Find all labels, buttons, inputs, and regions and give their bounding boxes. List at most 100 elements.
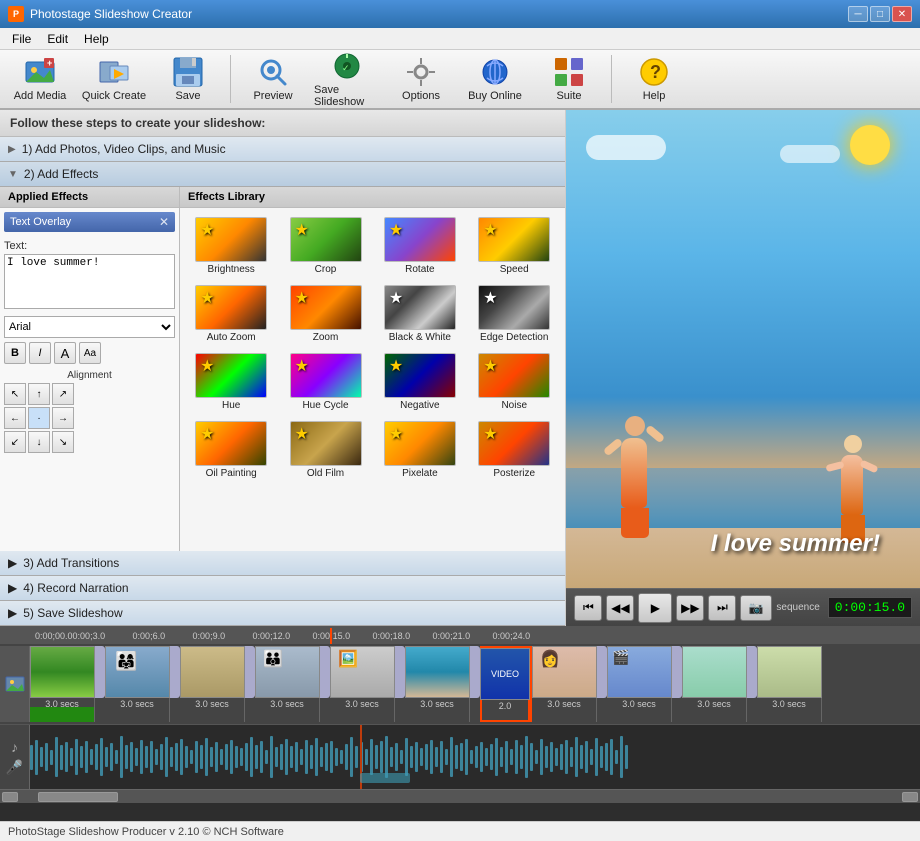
options-button[interactable]: Options (385, 52, 457, 106)
noise-label: Noise (501, 400, 527, 411)
scroll-left-btn[interactable] (2, 792, 18, 802)
font-size-button[interactable]: Aa (79, 342, 101, 364)
help-icon: ? (638, 56, 670, 88)
scroll-right-btn[interactable] (902, 792, 918, 802)
save-button[interactable]: Save (152, 52, 224, 106)
clip-3[interactable]: 3.0 secs (180, 646, 245, 722)
fast-forward-button[interactable]: ▶▶ (676, 595, 704, 621)
menu-bar: File Edit Help (0, 28, 920, 50)
align-bottom-right[interactable]: ↘ (52, 431, 74, 453)
effect-black-white[interactable]: ★ Black & White (375, 282, 465, 346)
effect-posterize[interactable]: ★ Posterize (469, 418, 559, 482)
menu-edit[interactable]: Edit (39, 30, 76, 48)
tl-tick-8: 0:00;24.0 (493, 631, 553, 641)
effect-zoom[interactable]: ★ Zoom (280, 282, 370, 346)
save-slideshow-button[interactable]: ✓ Save Slideshow (311, 52, 383, 106)
zoom-thumb: ★ (290, 285, 362, 330)
font-color-button[interactable]: A (54, 342, 76, 364)
clip-3-duration: 3.0 secs (195, 699, 229, 709)
effect-old-film[interactable]: ★ Old Film (280, 418, 370, 482)
crop-thumb: ★ (290, 217, 362, 262)
play-button[interactable]: ▶ (638, 593, 672, 623)
close-button[interactable]: ✕ (892, 6, 912, 22)
add-media-icon: + (24, 56, 56, 88)
minimize-button[interactable]: ─ (848, 6, 868, 22)
step-2-item[interactable]: ▼ 2) Add Effects (0, 162, 565, 187)
clip-10-duration: 3.0 secs (697, 699, 731, 709)
tl-tick-4: 0:00;12.0 (253, 631, 313, 641)
clip-2[interactable]: 👨‍👩‍👧 3.0 secs (105, 646, 170, 722)
italic-button[interactable]: I (29, 342, 51, 364)
horizontal-scrollbar[interactable] (0, 789, 920, 803)
menu-help[interactable]: Help (76, 30, 117, 48)
align-bottom-center[interactable]: ↓ (28, 431, 50, 453)
autozoom-thumb: ★ (195, 285, 267, 330)
rotate-label: Rotate (405, 264, 434, 275)
effects-grid-container[interactable]: ★ Brightness ★ Crop ★ Rotate ★ (180, 208, 565, 551)
clip-4[interactable]: 👪 3.0 secs (255, 646, 320, 722)
text-overlay-close[interactable]: ✕ (159, 215, 169, 229)
step-1-item[interactable]: ▶ 1) Add Photos, Video Clips, and Music (0, 137, 565, 162)
effect-edge-detection[interactable]: ★ Edge Detection (469, 282, 559, 346)
align-top-left[interactable]: ↖ (4, 383, 26, 405)
effects-library-panel: Effects Library ★ Brightness ★ Crop (180, 187, 565, 551)
align-bottom-left[interactable]: ↙ (4, 431, 26, 453)
step-5-item[interactable]: ▶ 5) Save Slideshow (0, 601, 565, 626)
effect-speed[interactable]: ★ Speed (469, 214, 559, 278)
preview-icon (257, 56, 289, 88)
text-overlay-effect-item[interactable]: Text Overlay ✕ (4, 212, 175, 232)
effect-pixelate[interactable]: ★ Pixelate (375, 418, 465, 482)
menu-file[interactable]: File (4, 30, 39, 48)
person-left (621, 416, 649, 538)
transition-5 (395, 646, 405, 698)
clip-9[interactable]: 🎬 3.0 secs (607, 646, 672, 722)
scroll-thumb[interactable] (38, 792, 118, 802)
align-top-center[interactable]: ↑ (28, 383, 50, 405)
quick-create-button[interactable]: Quick Create (78, 52, 150, 106)
text-overlay-label: Text Overlay (10, 216, 71, 228)
effect-negative[interactable]: ★ Negative (375, 350, 465, 414)
applied-effects-panel: Applied Effects Text Overlay ✕ Text: I l… (0, 187, 180, 551)
clip-6[interactable]: 3.0 secs (405, 646, 470, 722)
text-content-input[interactable]: I love summer! (4, 254, 175, 309)
preview-area: I love summer! 0:00:00.0 0:01:00.0 0:02:… (566, 110, 920, 588)
status-text: PhotoStage Slideshow Producer v 2.10 © N… (8, 826, 284, 838)
effect-auto-zoom[interactable]: ★ Auto Zoom (186, 282, 276, 346)
effect-brightness[interactable]: ★ Brightness (186, 214, 276, 278)
effect-rotate[interactable]: ★ Rotate (375, 214, 465, 278)
font-selector[interactable]: Arial Times New Roman Verdana (4, 316, 175, 338)
clip-8[interactable]: 👩 3.0 secs (532, 646, 597, 722)
screenshot-button[interactable]: 📷 (740, 595, 772, 621)
align-top-right[interactable]: ↗ (52, 383, 74, 405)
effect-crop[interactable]: ★ Crop (280, 214, 370, 278)
hue-thumb: ★ (195, 353, 267, 398)
clip-1[interactable]: 3.0 secs 🎵 (30, 646, 95, 722)
step-3-item[interactable]: ▶ 3) Add Transitions (0, 551, 565, 576)
preview-button[interactable]: Preview (237, 52, 309, 106)
align-middle-right[interactable]: → (52, 407, 74, 429)
buy-online-button[interactable]: Buy Online (459, 52, 531, 106)
clip-7-active[interactable]: VIDEO 2.0 (480, 646, 530, 722)
clip-11[interactable]: 3.0 secs (757, 646, 822, 722)
maximize-button[interactable]: □ (870, 6, 890, 22)
effect-hue-cycle[interactable]: ★ Hue Cycle (280, 350, 370, 414)
effect-hue[interactable]: ★ Hue (186, 350, 276, 414)
step-5-label: 5) Save Slideshow (23, 606, 122, 620)
rewind-button[interactable]: ◀◀ (606, 595, 634, 621)
align-middle-left[interactable]: ← (4, 407, 26, 429)
go-to-start-button[interactable]: ⏮ (574, 595, 602, 621)
align-middle-center[interactable]: · (28, 407, 50, 429)
effect-oil-painting[interactable]: ★ Oil Painting (186, 418, 276, 482)
clip-5[interactable]: 🖼️ 3.0 secs (330, 646, 395, 722)
clip-10[interactable]: 3.0 secs (682, 646, 747, 722)
oilpaint-label: Oil Painting (206, 468, 257, 479)
go-to-end-button[interactable]: ⏭ (708, 595, 736, 621)
help-button[interactable]: ? Help (618, 52, 690, 106)
bold-button[interactable]: B (4, 342, 26, 364)
svg-text:✓: ✓ (342, 63, 350, 73)
suite-button[interactable]: Suite (533, 52, 605, 106)
step-4-item[interactable]: ▶ 4) Record Narration (0, 576, 565, 601)
add-media-button[interactable]: + Add Media (4, 52, 76, 106)
cloud-1 (586, 135, 666, 160)
effect-noise[interactable]: ★ Noise (469, 350, 559, 414)
